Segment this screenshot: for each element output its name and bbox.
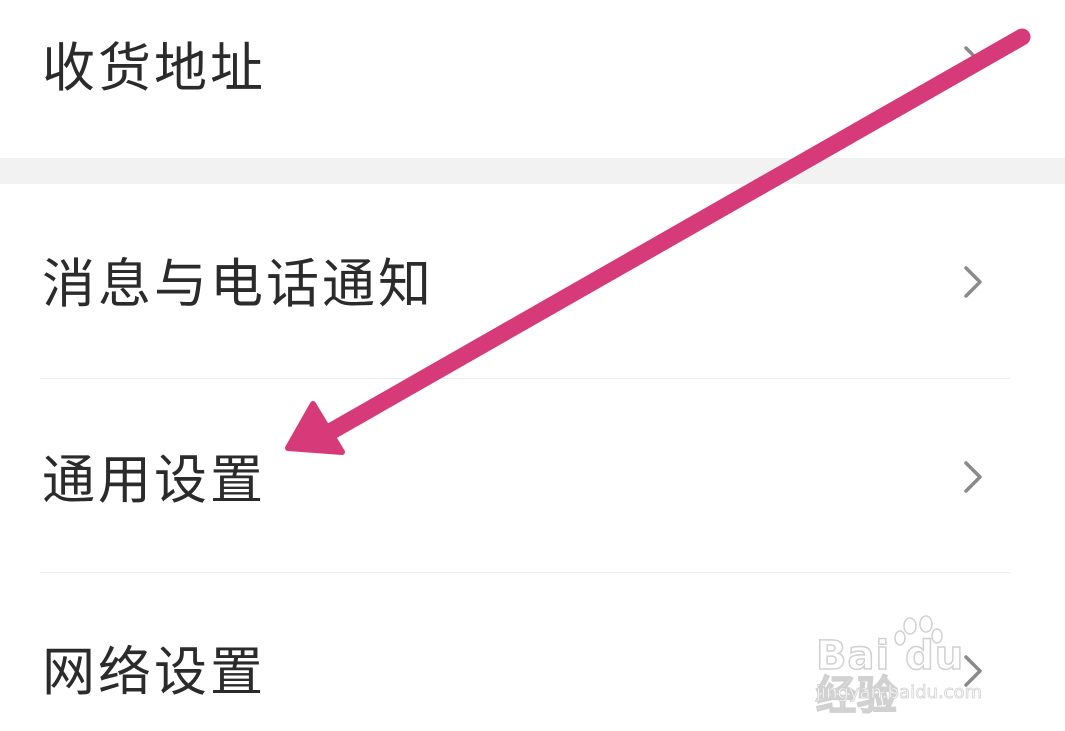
settings-item-network-settings[interactable]: 网络设置 xyxy=(0,573,1065,731)
settings-item-general-settings[interactable]: 通用设置 xyxy=(0,379,1065,572)
settings-item-label: 收货地址 xyxy=(42,38,266,99)
settings-item-label: 通用设置 xyxy=(42,450,266,511)
settings-item-label: 消息与电话通知 xyxy=(42,254,434,315)
section-separator xyxy=(0,158,1065,184)
settings-screen: 收货地址 消息与电话通知 通用设置 网络设置 Bai du 经验 jingyan… xyxy=(0,0,1065,731)
settings-item-shipping-address[interactable]: 收货地址 xyxy=(0,0,1065,150)
chevron-right-icon xyxy=(964,461,982,493)
chevron-right-icon xyxy=(964,46,982,78)
settings-item-label: 网络设置 xyxy=(42,642,266,703)
chevron-right-icon xyxy=(964,266,982,298)
chevron-right-icon xyxy=(964,655,982,687)
settings-item-message-phone-notifications[interactable]: 消息与电话通知 xyxy=(0,184,1065,378)
